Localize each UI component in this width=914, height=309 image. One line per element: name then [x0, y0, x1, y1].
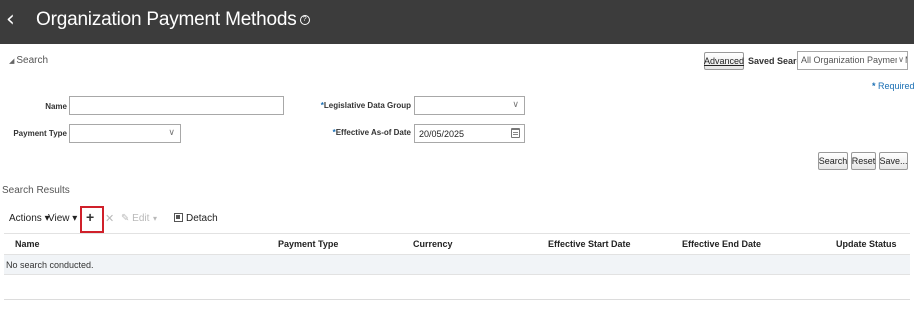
reset-button[interactable]: Reset [851, 152, 876, 170]
edit-button[interactable]: ✎ Edit [121, 213, 149, 224]
calendar-icon[interactable] [511, 128, 520, 138]
page-title-text: Organization Payment Methods [36, 9, 297, 30]
column-header-update-status[interactable]: Update Status [836, 239, 897, 249]
search-results-title: Search Results [2, 185, 70, 196]
edit-icon: ✎ [121, 213, 130, 224]
save-button[interactable]: Save... [879, 152, 908, 170]
name-input[interactable] [69, 96, 284, 115]
add-icon[interactable]: + [86, 209, 94, 225]
search-button[interactable]: Search [818, 152, 848, 170]
chevron-down-icon: ∨ [512, 99, 519, 109]
effective-date-input[interactable]: 20/05/2025 [414, 124, 525, 143]
advanced-button-label: Advanced [703, 56, 745, 66]
payment-type-select[interactable]: ∨ [69, 124, 181, 143]
payment-type-label: Payment Type [13, 129, 67, 138]
search-section-label: Search [16, 55, 49, 66]
back-icon[interactable]: ‹ [6, 8, 15, 32]
saved-search-select[interactable]: All Organization Payment M ∨ [797, 51, 908, 70]
delete-icon[interactable]: ✕ [105, 212, 114, 225]
column-header-currency[interactable]: Currency [413, 239, 453, 249]
legislative-data-group-select[interactable]: ∨ [414, 96, 525, 115]
search-section-toggle[interactable]: ◢ Search [9, 55, 48, 66]
detach-button[interactable]: Detach [174, 213, 218, 224]
help-icon[interactable]: ? [299, 15, 310, 25]
collapse-triangle-icon: ◢ [9, 58, 15, 65]
chevron-down-icon: ∨ [168, 127, 175, 137]
edit-label: Edit [132, 213, 150, 224]
table-row: No search conducted. [4, 255, 910, 275]
effective-date-label-text: Effective As-of Date [335, 128, 411, 137]
column-header-name[interactable]: Name [15, 239, 40, 249]
column-header-effective-start-date[interactable]: Effective Start Date [548, 239, 631, 249]
edit-menu-chevron-icon[interactable]: ▾ [153, 214, 157, 223]
view-menu[interactable]: View ▾ [48, 213, 77, 224]
results-table-header: Name Payment Type Currency Effective Sta… [4, 233, 910, 255]
table-bottom-divider [4, 299, 910, 300]
detach-label: Detach [186, 213, 218, 224]
name-label: Name [45, 102, 67, 111]
effective-date-label: *Effective As-of Date [320, 128, 411, 137]
column-header-effective-end-date[interactable]: Effective End Date [682, 239, 761, 249]
page-header: ‹ Organization Payment Methods? [0, 0, 914, 44]
actions-menu[interactable]: Actions ▾ [9, 213, 50, 224]
required-note: * Required [872, 81, 914, 91]
legislative-data-group-label-text: Legislative Data Group [323, 101, 411, 110]
detach-icon [174, 213, 183, 222]
required-star: * [872, 81, 876, 91]
column-header-payment-type[interactable]: Payment Type [278, 239, 338, 249]
advanced-button[interactable]: Advanced [704, 52, 744, 70]
empty-results-message: No search conducted. [6, 260, 94, 270]
chevron-down-icon: ∨ [897, 55, 904, 64]
results-toolbar: Actions ▾ View ▾ ✕ ✎ Edit ▾ Detach [0, 208, 914, 230]
legislative-data-group-label: *Legislative Data Group [300, 101, 411, 110]
page-title: Organization Payment Methods? [36, 9, 310, 31]
effective-date-value: 20/05/2025 [419, 129, 465, 139]
required-label: Required [878, 81, 914, 91]
saved-search-value: All Organization Payment M [801, 55, 908, 65]
